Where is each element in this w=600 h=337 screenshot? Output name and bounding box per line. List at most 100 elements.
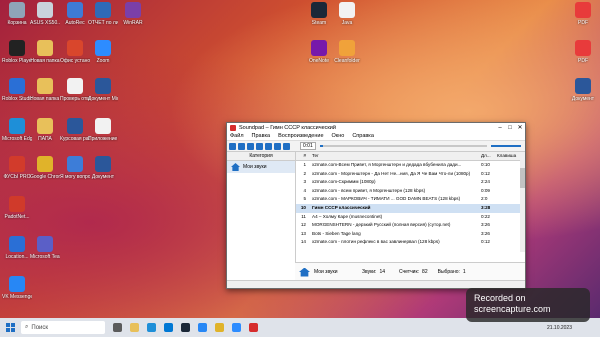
previous-icon[interactable]: [274, 142, 281, 150]
list-scrollbar[interactable]: [520, 160, 525, 252]
minimize-icon[interactable]: –: [495, 125, 505, 131]
desktop-icon[interactable]: Офис установка: [60, 40, 90, 64]
desktop-icon[interactable]: PadotNet...: [2, 196, 32, 220]
steam-icon[interactable]: [181, 323, 190, 332]
sound-row[interactable]: 5 x2mate.com - МАРКОВИЧ - ТИМАТИ ... GOD …: [296, 195, 525, 204]
maximize-icon[interactable]: □: [505, 125, 515, 131]
close-icon[interactable]: ✕: [515, 124, 525, 131]
headphones-icon[interactable]: [238, 142, 245, 150]
desktop-icon[interactable]: VK Messenger: [2, 276, 32, 300]
desktop-icon[interactable]: ASUS XS50...: [30, 2, 60, 26]
row-duration: 3:28: [481, 204, 491, 210]
soundpad-app-icon: [230, 124, 236, 131]
desktop-icon[interactable]: Документ Microsoft: [88, 78, 118, 102]
desktop-icon[interactable]: Проверь ответы: [60, 78, 90, 102]
row-title: x2mate.com - МАРКОВИЧ - ТИМАТИ ... GOD D…: [312, 196, 461, 202]
desktop-icon[interactable]: Документ: [568, 78, 598, 102]
desktop-icon-label: Cleanfolder: [334, 58, 360, 64]
edge-icon[interactable]: [147, 323, 156, 332]
desktop-icon[interactable]: OneNote: [304, 40, 334, 64]
app-icon: [37, 2, 53, 18]
sound-row[interactable]: 1 x2mate.com-Всем Привет, я Моргенштерн и…: [296, 161, 525, 170]
task-view-icon[interactable]: [113, 323, 122, 332]
desktop-icon[interactable]: Roblox Studio: [2, 78, 32, 102]
sound-row[interactable]: 2 x2mate.com - Моргенштерн - Да Нет Не...…: [296, 170, 525, 179]
windows-start-icon[interactable]: [6, 323, 15, 332]
next-icon[interactable]: [283, 142, 290, 150]
menu-edit[interactable]: Правка: [252, 133, 271, 139]
microphone-icon[interactable]: [247, 142, 254, 150]
menu-playback[interactable]: Воспроизведение: [278, 133, 323, 139]
desktop-icon[interactable]: PDF: [568, 40, 598, 64]
column-number[interactable]: #: [296, 152, 309, 160]
seek-bar[interactable]: [319, 145, 487, 147]
desktop-icon[interactable]: Steam: [304, 2, 334, 26]
row-duration: 3:26: [481, 230, 490, 236]
column-hotkey[interactable]: Клавиша: [497, 152, 525, 160]
desktop-icon[interactable]: Документ: [88, 156, 118, 180]
scroll-thumb[interactable]: [520, 168, 525, 188]
desktop-icon-label: Steam: [311, 20, 327, 26]
desktop-icon[interactable]: Microsoft Edge: [2, 118, 32, 142]
desktop-icon-label: Новая папка (2): [30, 96, 60, 102]
desktop-icon[interactable]: Roblox Player: [2, 40, 32, 64]
pause-icon[interactable]: [256, 142, 263, 150]
desktop-icon[interactable]: Корзина: [2, 2, 32, 26]
menu-file[interactable]: Файл: [230, 133, 244, 139]
column-duration[interactable]: Дл...: [481, 152, 497, 160]
desktop-icon[interactable]: Новая папка: [30, 40, 60, 64]
zoom-icon[interactable]: [232, 323, 241, 332]
menu-help[interactable]: Справка: [352, 133, 374, 139]
chrome-icon[interactable]: [215, 323, 224, 332]
desktop-icon[interactable]: Google Chrome: [30, 156, 60, 180]
volume-slider[interactable]: [491, 145, 521, 147]
sound-row[interactable]: 3 x2mate.com-Скриммм (1080p) 2:24: [296, 178, 525, 187]
desktop-icon-label: Roblox Studio: [2, 96, 32, 102]
app-icon: [67, 78, 83, 94]
desktop-icon[interactable]: PDF: [568, 2, 598, 26]
desktop-icon[interactable]: Java: [332, 2, 362, 26]
row-duration: 2:24: [481, 179, 490, 185]
home-icon: [299, 267, 310, 277]
desktop-icon[interactable]: WinRAR: [118, 2, 148, 26]
desktop-icon[interactable]: ОТЧЁТ по личным...: [88, 2, 118, 26]
desktop-icon[interactable]: Zoom: [88, 40, 118, 64]
store-icon[interactable]: [164, 323, 173, 332]
row-title: A4 – Холму Каре (musnecontinet): [312, 213, 383, 219]
play-icon[interactable]: [229, 142, 236, 150]
app-icon: [9, 156, 25, 172]
menu-window[interactable]: Окно: [332, 133, 345, 139]
desktop-icon[interactable]: Приложение к письму: [88, 118, 118, 142]
soundpad-window[interactable]: Soundpad – Гимн СССР классический – □ ✕ …: [226, 122, 526, 289]
sound-row[interactable]: 4 x2mate.com - всем привет, я Моргенштерн…: [296, 187, 525, 196]
window-titlebar[interactable]: Soundpad – Гимн СССР классический – □ ✕: [227, 123, 525, 132]
desktop-icon[interactable]: Курсовая работа: [60, 118, 90, 142]
row-duration: 0:10: [481, 162, 490, 167]
soundpad-taskbar-icon[interactable]: [249, 323, 258, 332]
window-body: Категория Мои звуки # Тег Дл... Клавиша …: [227, 152, 525, 262]
taskbar-search[interactable]: ⌕ Поиск: [21, 321, 105, 334]
desktop-icon[interactable]: Cleanfolder: [332, 40, 362, 64]
sound-row[interactable]: 11 A4 – Холму Каре (musnecontinet) 0:22: [296, 213, 525, 222]
app-icon: [67, 156, 83, 172]
app-icon: [37, 236, 53, 252]
sound-row[interactable]: 14 x2mate.com - плотин рефлекс в вас завл…: [296, 238, 525, 247]
category-item[interactable]: Мои звуки: [227, 161, 295, 173]
sound-row[interactable]: 13 Bots - Sieben Tage lang 3:26: [296, 230, 525, 239]
desktop-icon-label: Курсовая работа: [60, 136, 90, 142]
row-number: 4: [303, 187, 306, 193]
desktop-icon[interactable]: Microsoft Teams: [30, 236, 60, 260]
app-icon: [95, 40, 111, 56]
file-explorer-icon[interactable]: [130, 323, 139, 332]
desktop-icon[interactable]: Я могу вопрос: [60, 156, 90, 180]
desktop-icon[interactable]: AutoRec: [60, 2, 90, 26]
desktop-icon[interactable]: Location...: [2, 236, 32, 260]
sound-row[interactable]: 10 Гимн СССР классический 3:28: [296, 203, 525, 213]
sound-row[interactable]: 12 MORGENSHTERN - дерзкий Русский (полная…: [296, 221, 525, 230]
stop-icon[interactable]: [265, 142, 272, 150]
desktop-icon[interactable]: Новая папка (2): [30, 78, 60, 102]
desktop-icon[interactable]: ФУСЫ PRO: [2, 156, 32, 180]
desktop-icon[interactable]: ПАПА: [30, 118, 60, 142]
column-tag[interactable]: Тег: [309, 152, 481, 160]
vk-icon[interactable]: [198, 323, 207, 332]
